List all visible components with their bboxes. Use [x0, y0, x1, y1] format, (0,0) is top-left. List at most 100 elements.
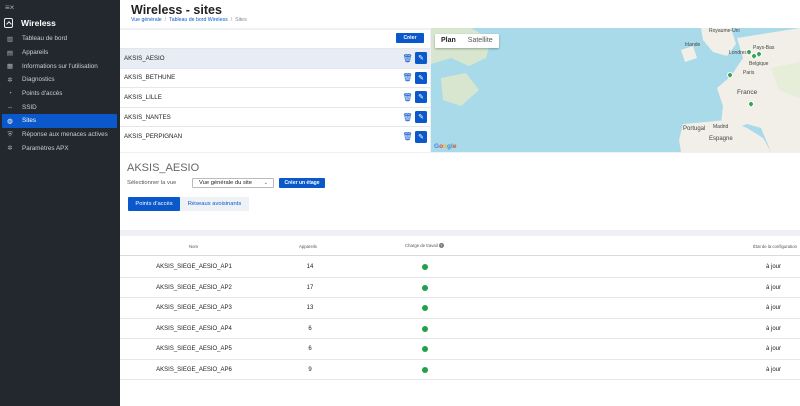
- workload-status-dot: [422, 284, 428, 291]
- chevron-down-icon: ⌄: [263, 180, 268, 186]
- site-name: AKSIS_AESIO: [124, 54, 165, 62]
- ap-devices: 14: [306, 264, 314, 270]
- breadcrumb-separator: /: [164, 17, 167, 23]
- app-name: Wireless: [21, 18, 56, 28]
- column-header-config[interactable]: État de la configuration: [753, 244, 797, 249]
- table-row[interactable]: AKSIS_SIEGE_AESIO_AP6 9 à jour: [120, 360, 800, 380]
- sidebar-item-0[interactable]: ▥ Tableau de bord: [0, 32, 120, 46]
- map-label: Portugal: [683, 126, 706, 132]
- brand: Wireless: [4, 16, 56, 30]
- view-select-value: Vue générale du site: [199, 180, 252, 186]
- delete-icon[interactable]: 🗑: [402, 131, 412, 142]
- sidebar-item-5[interactable]: ⇔ SSID: [0, 100, 120, 114]
- ap-devices: 9: [308, 366, 312, 373]
- sidebar-item-8[interactable]: ✲ Paramètres APX: [0, 142, 120, 156]
- delete-icon[interactable]: 🗑: [402, 53, 412, 64]
- view-select[interactable]: Vue générale du site ⌄: [192, 178, 274, 188]
- page-title: Wireless - sites: [131, 3, 222, 17]
- delete-icon[interactable]: 🗑: [402, 92, 412, 103]
- sidebar-item-1[interactable]: ▤ Appareils: [0, 46, 120, 60]
- site-name: AKSIS_PERPIGNAN: [124, 133, 183, 141]
- info-icon[interactable]: ?: [438, 243, 444, 249]
- workload-status-dot: [422, 346, 428, 352]
- config-status: à jour: [765, 305, 781, 311]
- view-select-label: Sélectionner la vue: [127, 180, 177, 186]
- create-floor-button[interactable]: Créer un étage: [279, 178, 325, 188]
- site-name: AKSIS_BETHUNE: [124, 74, 176, 82]
- page-header: Wireless - sites Vue générale / Tableau de…: [120, 0, 800, 28]
- ap-devices: 13: [306, 305, 314, 311]
- site-detail-title: AKSIS_AESIO: [127, 162, 200, 174]
- site-row[interactable]: AKSIS_NANTES 🗑 ✎: [120, 106, 430, 127]
- column-header-load[interactable]: Charge de travail?: [405, 243, 444, 249]
- site-row[interactable]: AKSIS_BETHUNE 🗑 ✎: [120, 67, 430, 88]
- breadcrumb-item-dashboard[interactable]: Tableau de bord Wireless: [169, 17, 228, 23]
- sidebar-item-label: Points d'accès: [22, 90, 63, 98]
- sidebar-item-label: Appareils: [22, 49, 49, 57]
- ap-name: AKSIS_SIEGE_AESIO_AP2: [156, 284, 232, 291]
- edit-icon[interactable]: ✎: [415, 91, 427, 104]
- map-label: Belgique: [749, 61, 769, 67]
- sidebar-item-label: SSID: [22, 103, 37, 111]
- sidebar-item-label: Réponse aux menaces actives: [22, 131, 108, 139]
- tab-access-points[interactable]: Points d'accès: [128, 197, 180, 211]
- config-status: à jour: [765, 346, 781, 352]
- sidebar-item-3[interactable]: ✲ Diagnostics: [0, 73, 120, 87]
- site-list-panel: Créer AKSIS_AESIO 🗑 ✎ AKSIS_BETHUNE 🗑 ✎ AKSIS_…: [120, 30, 430, 152]
- delete-icon[interactable]: 🗑: [402, 72, 412, 83]
- site-row[interactable]: AKSIS_LILLE 🗑 ✎: [120, 87, 430, 107]
- access-points-table: Nom Appareils Charge de travail? État de…: [120, 236, 800, 406]
- collapse-sidebar-icon[interactable]: ≡×: [5, 3, 14, 12]
- nav-icon: ✲: [7, 76, 13, 84]
- table-row[interactable]: AKSIS_SIEGE_AESIO_AP1 14 à jour: [120, 257, 800, 278]
- site-row[interactable]: AKSIS_AESIO 🗑 ✎: [120, 48, 430, 68]
- site-detail-card: AKSIS_AESIO Sélectionner la vue Vue géné…: [120, 153, 800, 230]
- table-row[interactable]: AKSIS_SIEGE_AESIO_AP4 6 à jour: [120, 319, 800, 339]
- sidebar: ≡× Wireless ▥ Tableau de bord ▤ Appareils ▦ I…: [0, 0, 120, 406]
- edit-icon[interactable]: ✎: [415, 52, 427, 65]
- sidebar-item-label: Informations sur l'utilisation: [22, 62, 98, 70]
- nav-icon: ◔: [8, 90, 12, 98]
- map-label: Pays-Bas: [753, 45, 775, 51]
- map-label: Espagne: [709, 136, 733, 142]
- create-site-button[interactable]: Créer: [396, 33, 424, 43]
- site-map[interactable]: Plan Satellite Royaume-Uni Irlande Londr…: [431, 28, 800, 152]
- map-tab-plan[interactable]: Plan: [435, 34, 462, 48]
- sidebar-item-7[interactable]: ⛨ Réponse aux menaces actives: [0, 128, 120, 142]
- nav-icon: ✲: [7, 145, 13, 153]
- config-status: à jour: [765, 264, 781, 270]
- sidebar-item-6[interactable]: ◍ Sites: [2, 114, 117, 128]
- map-label: Royaume-Uni: [709, 28, 740, 34]
- sidebar-item-label: Sites: [22, 117, 36, 125]
- nav-icon: ▥: [6, 35, 14, 43]
- table-row[interactable]: AKSIS_SIEGE_AESIO_AP2 17 à jour: [120, 278, 800, 298]
- google-logo: Google: [434, 143, 457, 150]
- sidebar-item-label: Paramètres APX: [22, 144, 69, 152]
- nav-icon: ▦: [6, 63, 14, 71]
- sidebar-nav: ▥ Tableau de bord ▤ Appareils ▦ Informations …: [0, 32, 120, 155]
- workload-status-dot: [422, 264, 428, 270]
- edit-icon[interactable]: ✎: [415, 130, 427, 143]
- map-type-tabs: Plan Satellite: [435, 34, 499, 48]
- table-row[interactable]: AKSIS_SIEGE_AESIO_AP5 6 à jour: [120, 339, 800, 360]
- column-header-devices[interactable]: Appareils: [299, 244, 317, 249]
- tab-neighbor-networks[interactable]: Réseaux avoisinants: [180, 197, 249, 211]
- table-row[interactable]: AKSIS_SIEGE_AESIO_AP3 13 à jour: [120, 298, 800, 319]
- config-status: à jour: [765, 284, 781, 291]
- edit-icon[interactable]: ✎: [415, 71, 427, 84]
- site-row[interactable]: AKSIS_PERPIGNAN 🗑 ✎: [120, 126, 430, 146]
- table-header: Nom Appareils Charge de travail? État de…: [120, 236, 800, 256]
- map-label: France: [737, 89, 758, 96]
- column-header-name[interactable]: Nom: [189, 244, 198, 249]
- sidebar-item-2[interactable]: ▦ Informations sur l'utilisation: [0, 59, 120, 73]
- sidebar-item-4[interactable]: ◔ Points d'accès: [0, 87, 120, 101]
- ap-name: AKSIS_SIEGE_AESIO_AP1: [156, 264, 232, 270]
- workload-status-dot: [422, 325, 428, 332]
- ap-devices: 6: [308, 325, 312, 332]
- breadcrumb-item-overview[interactable]: Vue générale: [131, 17, 162, 23]
- map-tab-satellite[interactable]: Satellite: [462, 34, 499, 48]
- edit-icon[interactable]: ✎: [415, 111, 427, 124]
- config-status: à jour: [765, 366, 781, 373]
- nav-icon: ◍: [7, 117, 13, 125]
- delete-icon[interactable]: 🗑: [402, 112, 412, 123]
